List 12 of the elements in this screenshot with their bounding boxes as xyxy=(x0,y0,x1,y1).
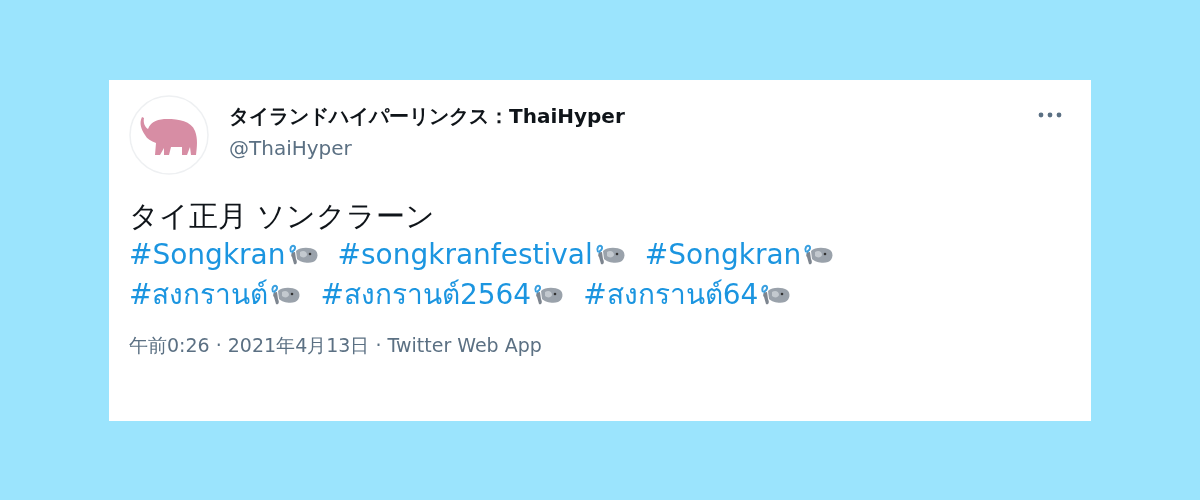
user-handle[interactable]: @ThaiHyper xyxy=(229,136,625,160)
display-name[interactable]: タイランドハイパーリンクス：ThaiHyper xyxy=(229,103,625,130)
hashtag-link[interactable]: #สงกรานต์2564 xyxy=(320,275,532,315)
tweet-timestamp[interactable]: 午前0:26 · 2021年4月13日 · Twitter Web App xyxy=(129,333,542,359)
elephant-avatar-icon[interactable] xyxy=(129,95,209,175)
tweet-text: タイ正月 ソンクラーン xyxy=(129,198,437,235)
hashtag-link[interactable]: #songkranfestival xyxy=(337,235,593,275)
hashtag-link[interactable]: #Songkran xyxy=(129,235,286,275)
more-options-icon[interactable] xyxy=(1038,112,1062,118)
hashtag-link[interactable]: #สงกรานต์ xyxy=(129,275,269,315)
hashtag-link[interactable]: #Songkran xyxy=(644,235,802,275)
hashtag-link[interactable]: #สงกรานต์64 xyxy=(583,275,759,315)
